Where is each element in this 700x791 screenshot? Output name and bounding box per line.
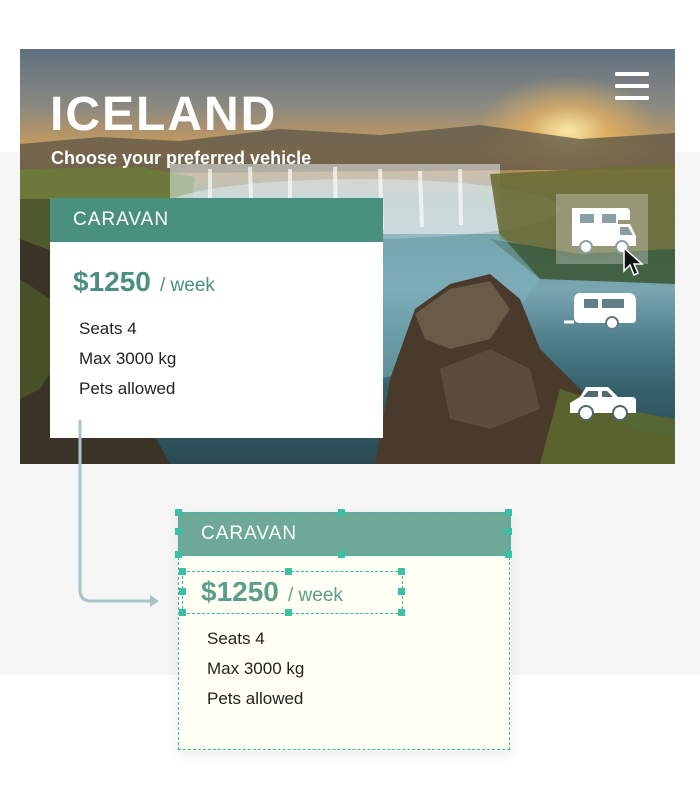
resize-handle[interactable] [175, 509, 182, 516]
resize-handle[interactable] [338, 551, 345, 558]
resize-handle[interactable] [175, 551, 182, 558]
resize-handle[interactable] [398, 588, 405, 595]
vehicle-card-selected[interactable]: CARAVAN $1250 / week Seats 4 Max 3000 kg… [175, 509, 512, 751]
caravan-trailer-button[interactable] [556, 277, 648, 347]
connector-arrow-icon [78, 420, 159, 607]
card-header: CARAVAN [50, 198, 383, 242]
resize-handle[interactable] [175, 528, 182, 535]
selection-outline-price [182, 571, 403, 614]
caravan-trailer-icon [564, 293, 636, 330]
resize-handle[interactable] [505, 509, 512, 516]
resize-handle[interactable] [505, 551, 512, 558]
resize-handle[interactable] [285, 568, 292, 575]
page-subtitle: Choose your preferred vehicle [51, 148, 312, 168]
resize-handle[interactable] [398, 609, 405, 616]
card-title: CARAVAN [73, 209, 170, 230]
selection-outline-header [178, 512, 510, 556]
price-amount: $1250 [73, 266, 151, 297]
resize-handle[interactable] [505, 528, 512, 535]
feature-list: Seats 4 Max 3000 kg Pets allowed [79, 318, 176, 408]
resize-handle[interactable] [179, 568, 186, 575]
car-icon [570, 387, 636, 421]
feature-item: Max 3000 kg [79, 349, 177, 368]
vehicle-card[interactable]: CARAVAN $1250 / week Seats 4 Max 3000 kg… [50, 198, 383, 438]
mouse-pointer-icon [623, 246, 644, 277]
resize-handle[interactable] [398, 568, 405, 575]
resize-handle[interactable] [338, 509, 345, 516]
resize-handle[interactable] [179, 609, 186, 616]
price-period: / week [159, 275, 215, 296]
resize-handle[interactable] [285, 609, 292, 616]
feature-item: Seats 4 [79, 319, 137, 338]
price: $1250 / week [73, 266, 215, 298]
car-button[interactable] [556, 365, 648, 435]
resize-handle[interactable] [179, 588, 186, 595]
page-title: ICELAND [50, 88, 278, 141]
hamburger-menu-icon[interactable] [615, 71, 649, 101]
feature-item: Pets allowed [79, 379, 176, 398]
